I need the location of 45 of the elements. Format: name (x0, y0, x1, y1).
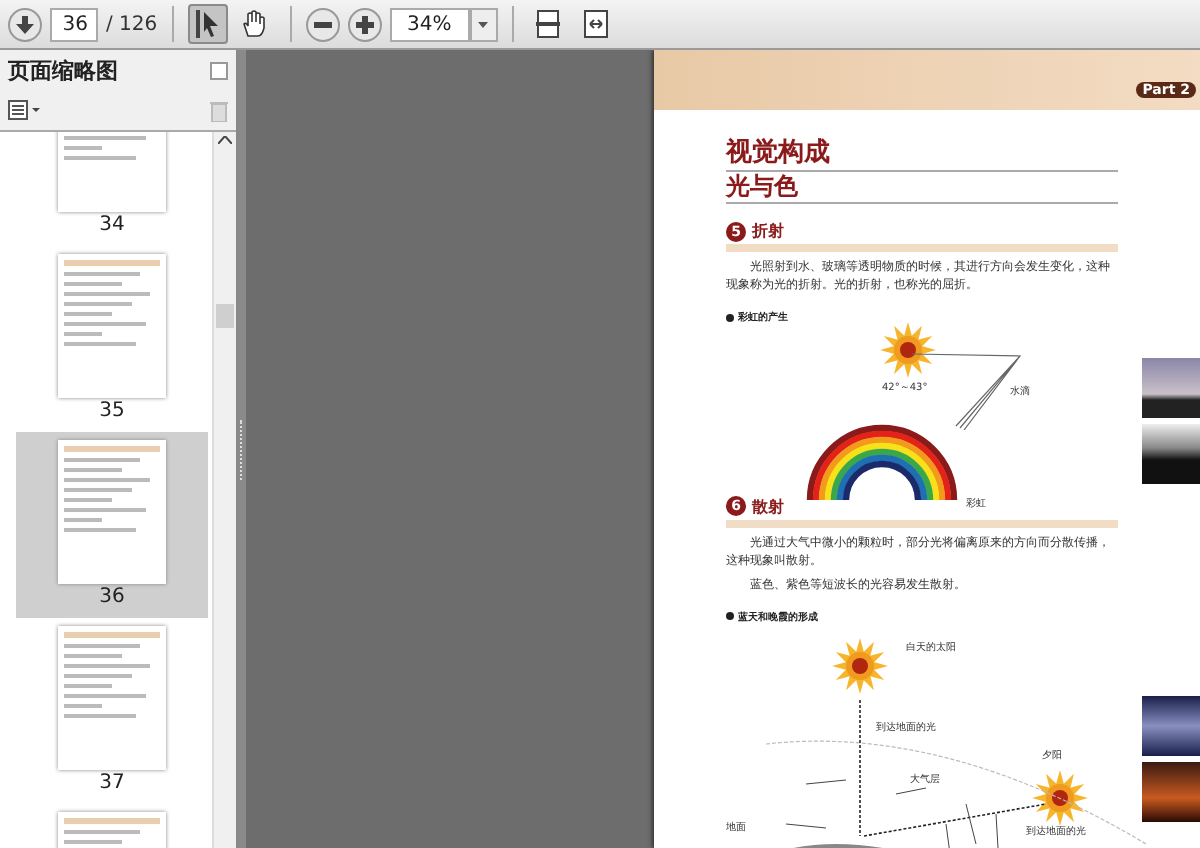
page-thumbnail[interactable]: 35 (16, 246, 208, 432)
page-preview (58, 626, 166, 770)
page-number-label: 34 (99, 214, 125, 238)
bullet-icon (726, 313, 734, 321)
zoom-in-button[interactable] (347, 7, 382, 41)
page-number-label: 36 (99, 586, 125, 610)
page-thumbnail[interactable]: 37 (16, 618, 208, 804)
photo-placeholder (1142, 762, 1200, 822)
down-arrow-icon (16, 15, 34, 33)
photo-placeholder (1142, 696, 1200, 756)
options-menu-icon[interactable] (8, 100, 40, 120)
sun-icon (830, 635, 890, 696)
select-tool-button[interactable] (187, 4, 228, 44)
page-width-icon (583, 10, 608, 38)
caret-icon (478, 21, 489, 27)
bullet-icon (726, 612, 734, 621)
panel-title: 页面缩略图 (8, 55, 118, 85)
page-preview (58, 440, 166, 584)
page-subtitle: 光与色 (726, 172, 1118, 204)
section-heading: 折射 (752, 220, 784, 242)
photo-placeholder (1142, 358, 1200, 418)
next-page-button[interactable] (8, 7, 42, 41)
zoom-dropdown-button[interactable] (469, 7, 498, 41)
hand-icon (242, 10, 269, 38)
sun-icon (878, 320, 938, 380)
photo-placeholder (1142, 424, 1200, 484)
cursor-icon (195, 10, 220, 38)
page-total: / 126 (106, 13, 158, 35)
page-thumbnail[interactable]: 36 (16, 432, 208, 618)
page-number-label: 37 (99, 772, 125, 796)
page-number-field[interactable]: 36 (50, 7, 98, 41)
page-fit-icon (535, 10, 560, 38)
page-title: 视觉构成 (726, 138, 1118, 172)
page-thumbnail[interactable]: 34 (16, 132, 208, 246)
scrollbar-thumb[interactable] (216, 304, 234, 328)
page-preview (58, 254, 166, 398)
minus-icon (313, 21, 332, 27)
zoom-out-button[interactable] (305, 7, 340, 41)
section-heading: 散射 (752, 495, 784, 518)
page-number-label: 35 (99, 400, 125, 424)
collapse-panel-button[interactable] (210, 61, 228, 79)
zoom-field[interactable]: 34% (389, 7, 470, 41)
plus-icon (355, 15, 374, 33)
scroll-up-icon[interactable] (218, 136, 232, 144)
sun-icon (1030, 767, 1090, 828)
